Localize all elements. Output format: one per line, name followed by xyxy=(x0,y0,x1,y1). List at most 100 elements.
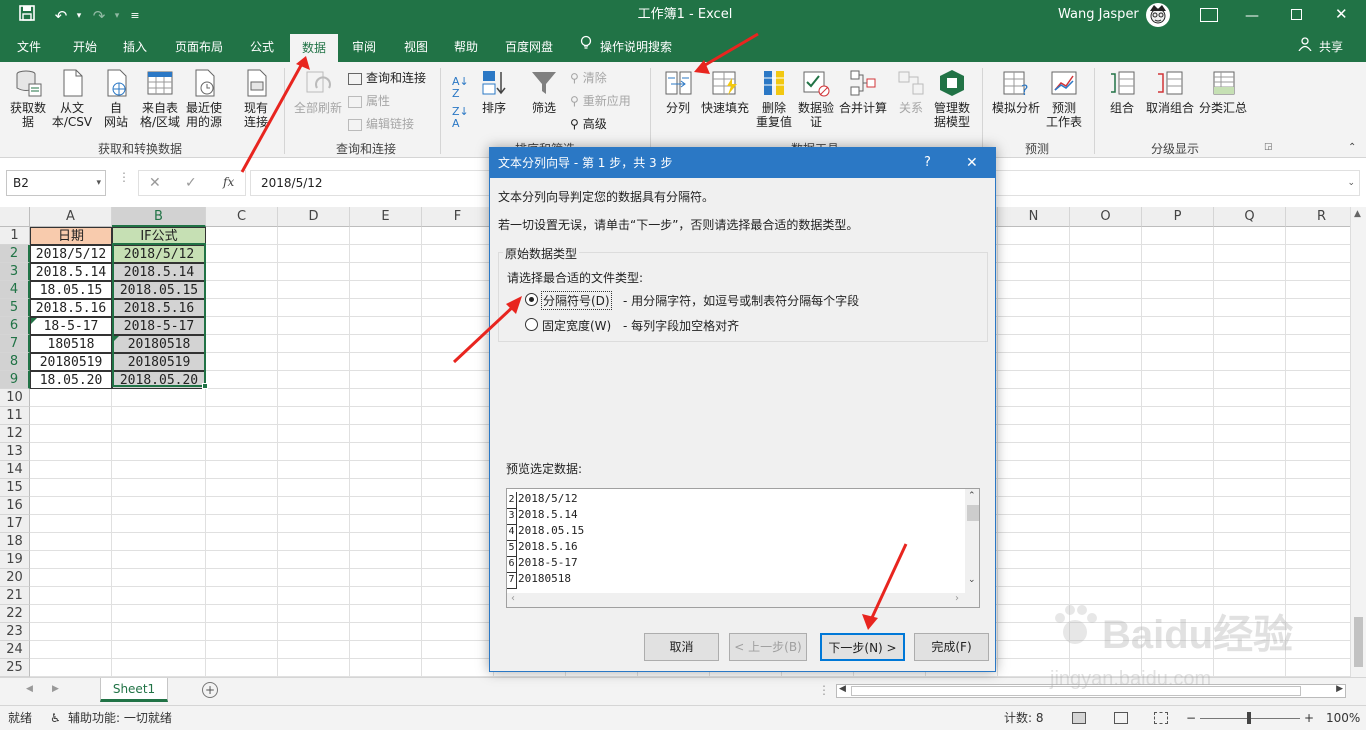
tab-view[interactable]: 视图 xyxy=(394,32,438,62)
share-icon[interactable] xyxy=(1296,32,1314,62)
filter-button[interactable]: 筛选 xyxy=(526,68,562,115)
column-header[interactable]: D xyxy=(278,207,350,227)
finish-button[interactable]: 完成(F) xyxy=(914,633,989,661)
undo-dropdown-icon[interactable]: ▾ xyxy=(68,5,90,27)
queries-connections-button[interactable]: 查询和连接 xyxy=(348,68,426,88)
dialog-title-bar[interactable]: 文本分列向导 - 第 1 步，共 3 步 ? ✕ xyxy=(490,148,995,178)
cancel-entry-icon[interactable]: ✕ xyxy=(149,175,161,191)
tab-baidu-netdisk[interactable]: 百度网盘 xyxy=(496,32,562,62)
remove-duplicates-button[interactable]: 删除 重复值 xyxy=(752,68,796,129)
properties-button[interactable]: 属性 xyxy=(348,91,390,111)
customize-qat-icon[interactable]: ≡ xyxy=(124,5,146,27)
data-cell[interactable]: 2018.5.14 xyxy=(30,263,112,281)
data-cell[interactable]: 2018-5-17 xyxy=(112,317,206,335)
row-header[interactable]: 13 xyxy=(0,443,30,461)
row-header[interactable]: 25 xyxy=(0,659,30,677)
user-name[interactable]: Wang Jasper xyxy=(1058,0,1139,30)
advanced-filter-button[interactable]: ⚲ 高级 xyxy=(570,114,607,134)
tell-me-search[interactable]: 操作说明搜索 xyxy=(600,32,690,62)
sort-az-icon[interactable]: A↓ Z xyxy=(452,76,469,100)
subtotal-button[interactable]: 分类汇总 xyxy=(1198,68,1248,115)
ribbon-display-options-icon[interactable] xyxy=(1200,8,1218,22)
column-header[interactable]: P xyxy=(1142,207,1214,227)
ungroup-button[interactable]: 取消组合 xyxy=(1144,68,1196,115)
header-cell-if-formula[interactable]: IF公式 xyxy=(112,227,206,245)
from-text-csv-button[interactable]: 从文 本/CSV xyxy=(50,68,94,129)
data-cell[interactable]: 20180519 xyxy=(112,353,206,371)
data-cell[interactable]: 2018.5.14 xyxy=(112,263,206,281)
from-table-range-button[interactable]: 来自表 格/区域 xyxy=(138,68,182,129)
data-cell[interactable]: 2018.5.16 xyxy=(112,299,206,317)
row-header[interactable]: 7 xyxy=(0,335,30,353)
zoom-level[interactable]: 100% xyxy=(1326,706,1360,730)
row-header[interactable]: 14 xyxy=(0,461,30,479)
row-header[interactable]: 21 xyxy=(0,587,30,605)
data-cell[interactable]: 2018.5.16 xyxy=(30,299,112,317)
data-cell[interactable]: 18.05.15 xyxy=(30,281,112,299)
row-header[interactable]: 18 xyxy=(0,533,30,551)
select-all-corner[interactable] xyxy=(0,207,30,227)
consolidate-button[interactable]: 合并计算 xyxy=(838,68,888,115)
preview-hscroll[interactable]: ‹ › xyxy=(507,593,979,607)
text-to-columns-button[interactable]: 分列 xyxy=(658,68,698,115)
scroll-up-icon[interactable]: ▲ xyxy=(1354,209,1361,219)
tab-file[interactable]: 文件 xyxy=(6,32,52,62)
column-header[interactable]: N xyxy=(998,207,1070,227)
relationships-button[interactable]: 关系 xyxy=(892,68,930,115)
column-header[interactable]: C xyxy=(206,207,278,227)
data-cell[interactable]: 2018/5/12 xyxy=(30,245,112,263)
data-cell[interactable]: 2018.05.20 xyxy=(112,371,206,389)
data-cell[interactable]: 2018/5/12 xyxy=(112,245,206,263)
next-button[interactable]: 下一步(N) > xyxy=(820,633,905,661)
tab-review[interactable]: 审阅 xyxy=(342,32,386,62)
data-cell[interactable]: 18-5-17 xyxy=(30,317,112,335)
what-if-analysis-button[interactable]: ? 模拟分析 xyxy=(990,68,1042,115)
preview-scroll-up-icon[interactable]: ⌃ xyxy=(968,491,976,501)
from-web-button[interactable]: 自 网站 xyxy=(100,68,132,129)
column-header[interactable]: F xyxy=(422,207,494,227)
column-header[interactable]: O xyxy=(1070,207,1142,227)
close-window-icon[interactable]: ✕ xyxy=(1335,5,1348,23)
restore-icon[interactable] xyxy=(1291,9,1302,20)
row-header[interactable]: 9 xyxy=(0,371,30,389)
tab-page-layout[interactable]: 页面布局 xyxy=(166,32,232,62)
zoom-out-icon[interactable]: − xyxy=(1186,706,1196,730)
column-header[interactable]: A xyxy=(30,207,112,227)
row-header[interactable]: 2 xyxy=(0,245,30,263)
row-header[interactable]: 8 xyxy=(0,353,30,371)
manage-data-model-button[interactable]: 管理数 据模型 xyxy=(930,68,974,129)
column-header[interactable]: E xyxy=(350,207,422,227)
data-cell[interactable]: 20180519 xyxy=(30,353,112,371)
sort-button[interactable]: 排序 xyxy=(476,68,512,115)
sort-za-icon[interactable]: Z↓ A xyxy=(452,106,469,130)
error-indicator-icon[interactable] xyxy=(113,336,119,342)
column-header[interactable]: B xyxy=(112,207,206,227)
recent-sources-button[interactable]: 最近使 用的源 xyxy=(184,68,224,129)
prev-sheet-icon[interactable]: ◀ xyxy=(26,684,33,694)
expand-formula-bar-icon[interactable]: ⌄ xyxy=(1347,171,1355,195)
reapply-button[interactable]: ⚲ 重新应用 xyxy=(570,91,631,111)
tab-data[interactable]: 数据 xyxy=(290,34,338,62)
preview-scroll-thumb[interactable] xyxy=(967,505,979,521)
row-header[interactable]: 5 xyxy=(0,299,30,317)
row-header[interactable]: 15 xyxy=(0,479,30,497)
zoom-slider-thumb[interactable] xyxy=(1247,712,1251,724)
fill-handle[interactable] xyxy=(202,383,208,389)
preview-vscroll[interactable]: ⌃ ⌄ xyxy=(965,489,979,593)
tab-split-grip-icon[interactable]: ⋮ xyxy=(818,683,830,697)
row-header[interactable]: 22 xyxy=(0,605,30,623)
minimize-icon[interactable]: — xyxy=(1245,8,1259,24)
data-cell[interactable]: 20180518 xyxy=(112,335,206,353)
data-cell[interactable]: 2018.05.15 xyxy=(112,281,206,299)
normal-view-icon[interactable] xyxy=(1072,712,1086,724)
clear-filter-button[interactable]: ⚲ 清除 xyxy=(570,68,607,88)
error-indicator-icon[interactable] xyxy=(31,318,37,324)
row-header[interactable]: 4 xyxy=(0,281,30,299)
tab-insert[interactable]: 插入 xyxy=(112,32,158,62)
name-box-dropdown-icon[interactable]: ▾ xyxy=(96,171,101,195)
column-header[interactable]: Q xyxy=(1214,207,1286,227)
save-icon[interactable] xyxy=(16,5,38,27)
preview-scroll-right-icon[interactable]: › xyxy=(955,593,959,604)
hscroll-thumb[interactable] xyxy=(851,686,1301,696)
group-button[interactable]: 组合 xyxy=(1104,68,1140,115)
